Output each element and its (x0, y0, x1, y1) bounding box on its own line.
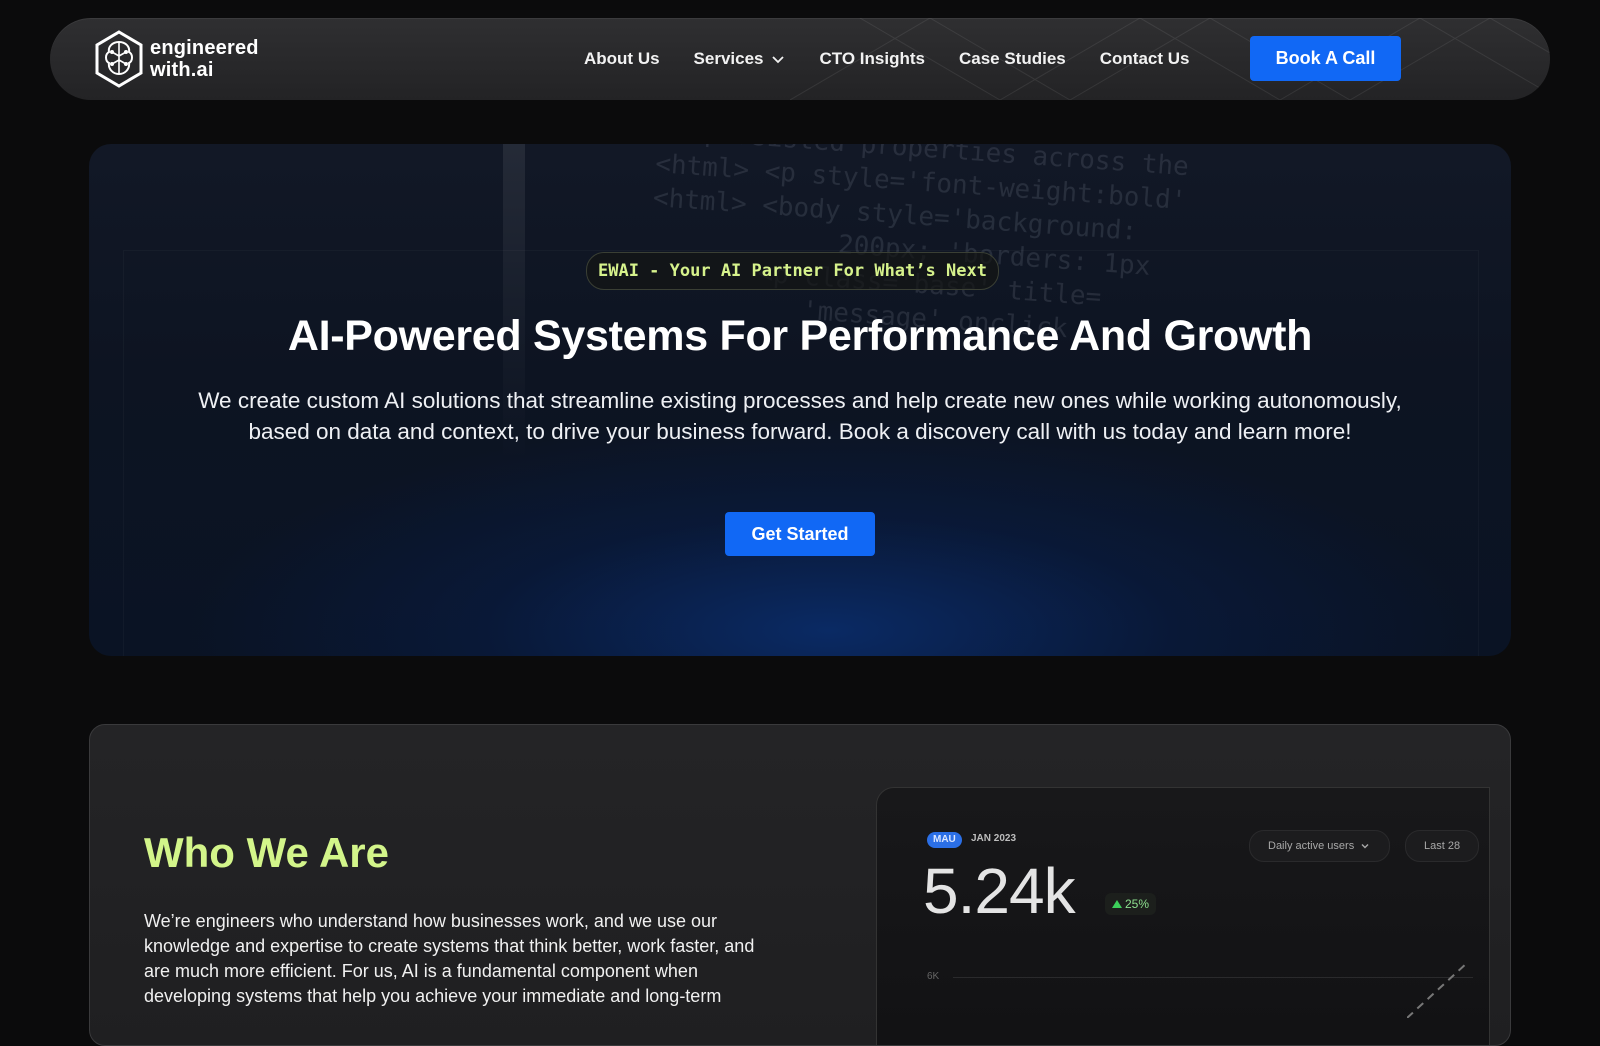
who-we-are-section: Who We Are We’re engineers who understan… (89, 724, 1511, 1046)
nav-contact-us-label: Contact Us (1099, 49, 1190, 68)
metric-value: 5.24k (923, 855, 1076, 927)
hero-title: AI-Powered Systems For Performance And G… (287, 312, 1313, 360)
get-started-button[interactable]: Get Started (725, 512, 875, 556)
chevron-down-icon (771, 56, 784, 64)
brain-chip-logo-icon (95, 30, 143, 88)
logo-line-1: engineered (150, 37, 259, 59)
chevron-down-icon (1361, 844, 1369, 849)
metric-select: Daily active users (1249, 830, 1391, 862)
logo[interactable]: engineered with.ai (94, 30, 259, 88)
book-a-call-button[interactable]: Book A Call (1250, 36, 1401, 81)
range-select-label: Last 28 (1424, 840, 1461, 852)
logo-line-2: with.ai (150, 59, 214, 81)
nav-case-studies-label: Case Studies (958, 49, 1066, 68)
nav-about-us[interactable]: About Us (584, 49, 660, 69)
logo-wordmark: engineered with.ai (150, 37, 259, 81)
hero-section: // persisted properties across the <html… (89, 144, 1511, 656)
who-we-are-title: Who We Are (144, 829, 390, 876)
nav-cto-insights[interactable]: CTO Insights (820, 49, 925, 69)
delta-value: 25% (1125, 897, 1150, 911)
chart-gridline (953, 977, 1473, 978)
nav-about-us-label: About Us (584, 49, 660, 68)
delta-badge: 25% (1105, 893, 1157, 915)
top-navbar: engineered with.ai About Us Services CTO… (50, 18, 1550, 100)
nav-contact-us[interactable]: Contact Us (1100, 49, 1190, 69)
nav-services-label: Services (693, 49, 764, 68)
hero-tagline-badge: EWAI - Your AI Partner For What’s Next (586, 252, 999, 290)
hero-description: We create custom AI solutions that strea… (198, 388, 1402, 444)
mau-date: JAN 2023 (971, 833, 1017, 844)
metric-select-label: Daily active users (1268, 840, 1355, 852)
mau-pill: MAU (927, 832, 962, 848)
y-axis-tick: 6K (927, 971, 940, 982)
analytics-dashboard-image: MAU JAN 2023 5.24k 25% Daily active user… (876, 787, 1490, 1045)
who-we-are-text: We’re engineers who understand how busin… (144, 911, 755, 1006)
range-select: Last 28 (1405, 830, 1480, 862)
chart-trend-line (1407, 962, 1468, 1018)
hero-frame (123, 250, 1479, 656)
up-triangle-icon (1112, 900, 1122, 908)
nav-case-studies[interactable]: Case Studies (959, 49, 1066, 69)
main-menu: About Us Services CTO Insights Case Stud… (584, 18, 1223, 100)
nav-cto-insights-label: CTO Insights (819, 49, 925, 68)
nav-services-dropdown[interactable]: Services (694, 49, 786, 69)
